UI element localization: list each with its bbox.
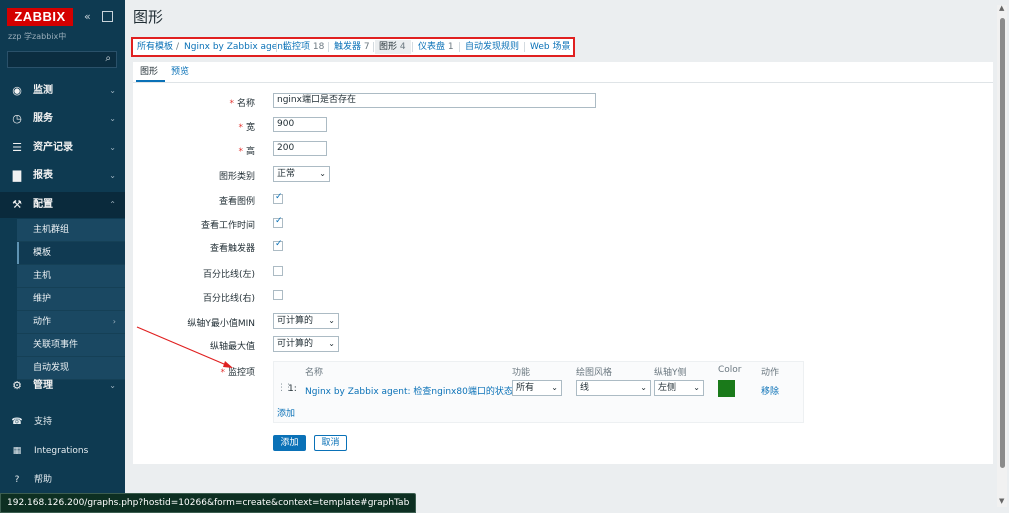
- annotation-arrow: [136, 326, 233, 368]
- scroll-down-icon[interactable]: ▼: [999, 497, 1004, 505]
- scrollbar-thumb[interactable]: [1000, 18, 1005, 468]
- scroll-up-icon[interactable]: ▲: [999, 4, 1004, 12]
- status-bar-url: 192.168.126.200/graphs.php?hostid=10266&…: [0, 493, 417, 513]
